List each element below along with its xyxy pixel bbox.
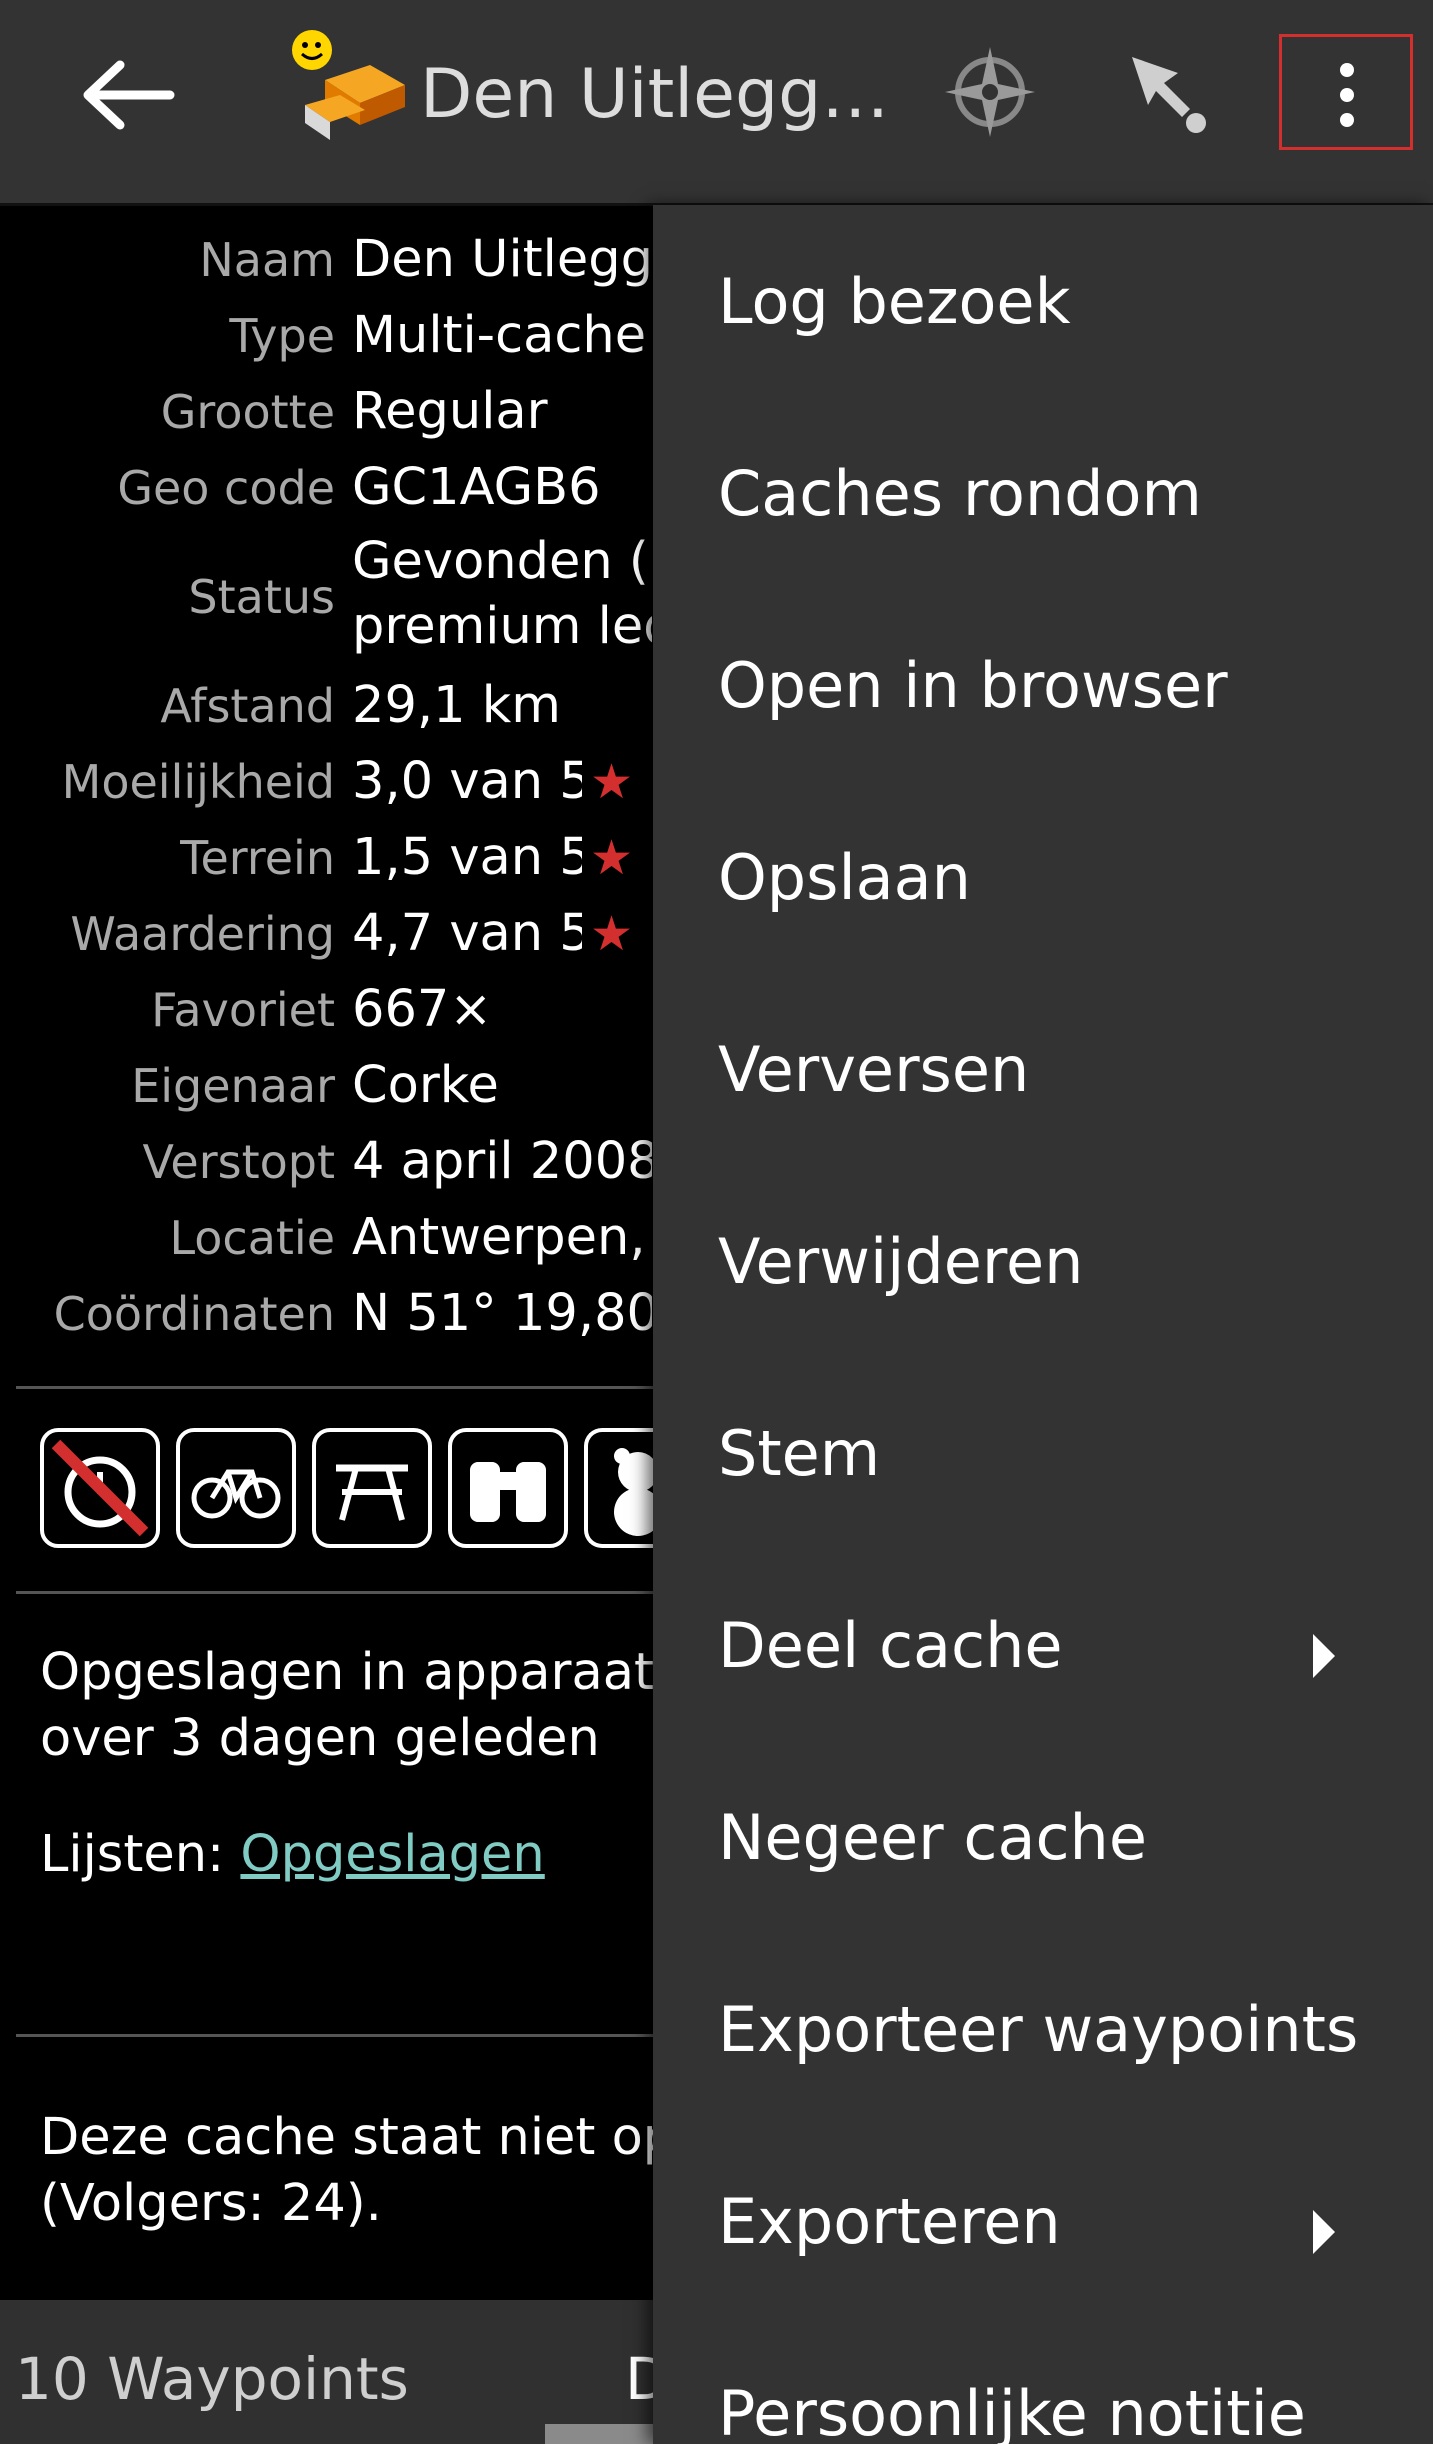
watch-line: Deze cache staat niet op: [40, 2108, 660, 2167]
back-arrow-icon[interactable]: [70, 50, 180, 140]
menu-item-export[interactable]: Exporteren: [653, 2125, 1433, 2317]
navigate-icon[interactable]: [1120, 45, 1220, 145]
menu-item-label: Caches rondom: [718, 457, 1202, 530]
detail-label: Status: [188, 570, 335, 624]
star-rating-icon: ★: [590, 906, 634, 962]
detail-label: Coördinaten: [53, 1287, 335, 1341]
detail-value: 4 april 2008: [352, 1132, 652, 1191]
menu-item-ignore-cache[interactable]: Negeer cache: [653, 1741, 1433, 1933]
submenu-arrow-icon: [1313, 2210, 1335, 2254]
menu-item-vote[interactable]: Stem: [653, 1357, 1433, 1549]
more-dot: [1340, 113, 1354, 127]
menu-item-export-waypoints[interactable]: Exporteer waypoints: [653, 1933, 1433, 2125]
menu-item-label: Exporteer waypoints: [718, 1993, 1359, 2066]
menu-item-label: Stem: [718, 1417, 881, 1490]
divider: [16, 1386, 656, 1389]
menu-item-label: Verversen: [718, 1033, 1030, 1106]
menu-item-label: Verwijderen: [718, 1225, 1084, 1298]
menu-item-save[interactable]: Opslaan: [653, 781, 1433, 973]
detail-value: 3,0 van 5: [352, 752, 582, 811]
detail-value: 29,1 km: [352, 676, 561, 735]
detail-label: Eigenaar: [131, 1059, 335, 1113]
detail-value: Antwerpen,: [352, 1208, 646, 1267]
divider: [16, 2034, 656, 2037]
bicycle-icon[interactable]: [176, 1428, 296, 1548]
detail-label: Waardering: [70, 907, 335, 961]
detail-label: Locatie: [169, 1211, 335, 1265]
menu-item-label: Negeer cache: [718, 1801, 1147, 1874]
menu-item-delete[interactable]: Verwijderen: [653, 1165, 1433, 1357]
detail-value: Corke: [352, 1056, 499, 1115]
detail-value: Den Uitlegger: [352, 230, 652, 289]
menu-item-open-in-browser[interactable]: Open in browser: [653, 589, 1433, 781]
detail-value: Multi-cache: [352, 306, 647, 365]
menu-item-log-visit[interactable]: Log bezoek: [653, 205, 1433, 397]
list-link-stored[interactable]: Opgeslagen: [240, 1825, 544, 1884]
lists-label: Lijsten:: [40, 1825, 241, 1884]
detail-label: Naam: [199, 233, 335, 287]
detail-label: Type: [229, 309, 335, 363]
detail-label: Afstand: [160, 679, 335, 733]
picnic-table-icon[interactable]: [312, 1428, 432, 1548]
menu-item-label: Persoonlijke notitie: [718, 2377, 1306, 2444]
detail-value-continued: premium led: [352, 597, 652, 656]
more-options-button[interactable]: [1279, 34, 1413, 150]
menu-item-label: Log bezoek: [718, 265, 1071, 338]
detail-value: GC1AGB6: [352, 458, 601, 517]
menu-item-refresh[interactable]: Verversen: [653, 973, 1433, 1165]
divider: [16, 1591, 656, 1594]
watchlist-info: Deze cache staat niet op (Volgers: 24).: [40, 2105, 660, 2237]
compass-icon[interactable]: [940, 42, 1040, 142]
star-rating-icon: ★: [590, 754, 634, 810]
detail-label: Terrein: [180, 831, 335, 885]
detail-label: Grootte: [160, 385, 335, 439]
overflow-menu: Log bezoek Caches rondom Open in browser…: [653, 205, 1433, 2444]
storage-line: over 3 dagen geleden: [40, 1709, 600, 1768]
watch-line: (Volgers: 24).: [40, 2174, 382, 2233]
menu-item-label: Opslaan: [718, 841, 971, 914]
detail-label: Favoriet: [151, 983, 335, 1037]
detail-row-status: Status Gevonden (3 premium led: [0, 532, 660, 662]
lists-row: Lijsten: Opgeslagen: [40, 1825, 545, 1884]
detail-label: Moeilijkheid: [61, 755, 335, 809]
storage-line: Opgeslagen in apparaat: [40, 1643, 654, 1702]
submenu-arrow-icon: [1313, 1634, 1335, 1678]
star-rating-icon: ★: [590, 830, 634, 886]
storage-info: Opgeslagen in apparaat over 3 dagen gele…: [40, 1640, 660, 1772]
menu-item-label: Open in browser: [718, 649, 1228, 722]
detail-value: Regular: [352, 382, 548, 441]
menu-item-caches-around[interactable]: Caches rondom: [653, 397, 1433, 589]
more-dot: [1340, 88, 1354, 102]
detail-value: N 51° 19,807: [352, 1284, 652, 1343]
cache-logo-icon: [292, 30, 405, 140]
more-vertical-icon: [1340, 63, 1354, 77]
menu-item-personal-note[interactable]: Persoonlijke notitie: [653, 2317, 1433, 2444]
menu-item-share-cache[interactable]: Deel cache: [653, 1549, 1433, 1741]
page-title: Den Uitlegger…: [420, 55, 890, 134]
no-timer-icon[interactable]: [40, 1428, 160, 1548]
detail-value: Gevonden (3: [352, 532, 652, 591]
detail-value: 667×: [352, 980, 493, 1039]
app-bar: Den Uitlegger…: [0, 0, 1433, 206]
detail-value: 4,7 van 5: [352, 904, 582, 963]
tab-waypoints[interactable]: 10 Waypoints: [15, 2345, 409, 2413]
detail-label: Geo code: [117, 461, 335, 515]
menu-item-label: Deel cache: [718, 1609, 1063, 1682]
detail-value: 1,5 van 5: [352, 828, 582, 887]
detail-label: Verstopt: [142, 1135, 336, 1189]
menu-item-label: Exporteren: [718, 2185, 1061, 2258]
binoculars-icon[interactable]: [448, 1428, 568, 1548]
